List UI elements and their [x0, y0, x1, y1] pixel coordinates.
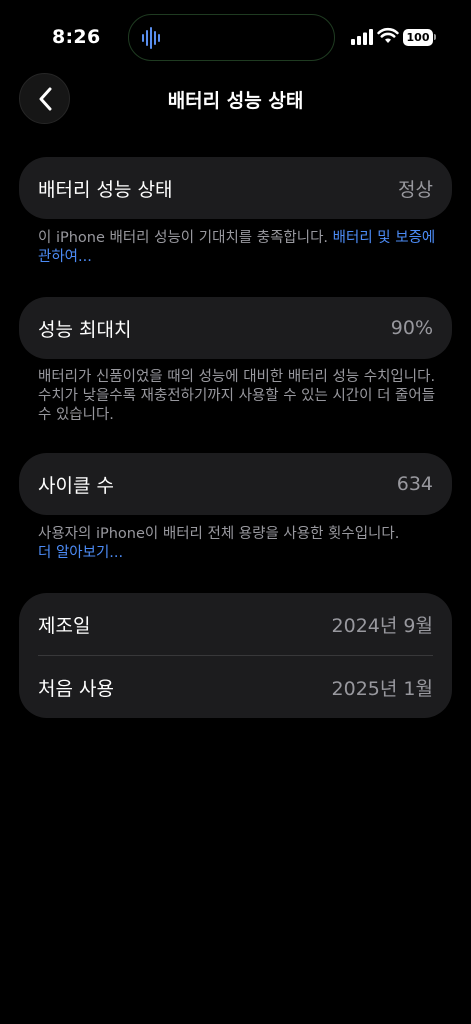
cycle-count-label: 사이클 수 — [38, 474, 114, 497]
wifi-icon — [377, 27, 399, 43]
cycle-count-value: 634 — [396, 473, 433, 495]
learn-more-link[interactable]: 더 알아보기... — [38, 544, 438, 563]
battery-icon: 100 — [403, 29, 433, 46]
battery-health-card: 배터리 성능 상태 정상 — [19, 157, 452, 219]
cycle-count-footnote: 사용자의 iPhone이 배터리 전체 용량을 사용한 횟수입니다. 더 알아보… — [38, 525, 438, 563]
dates-card: 제조일 2024년 9월 처음 사용 2025년 1월 — [19, 593, 452, 718]
status-bar: 8:26 100 — [0, 0, 471, 76]
max-capacity-footnote: 배터리가 신품이었을 때의 성능에 대비한 배터리 성능 수치입니다. 수치가 … — [38, 369, 436, 423]
battery-health-row: 배터리 성능 상태 정상 — [19, 157, 452, 219]
cycle-count-row: 사이클 수 634 — [19, 453, 452, 515]
max-capacity-value: 90% — [390, 317, 433, 339]
voice-waveform-icon — [142, 27, 160, 49]
battery-tip — [434, 34, 436, 40]
battery-health-footnote-text: 이 iPhone 배터리 성능이 기대치를 충족합니다. — [38, 230, 333, 246]
dynamic-island[interactable] — [128, 14, 335, 61]
manufactured-value: 2024년 9월 — [331, 614, 433, 637]
screen: 8:26 100 배터리 성능 상태 배터리 성능 상태 정상 이 iPhone… — [0, 0, 471, 1024]
cellular-signal-icon — [351, 29, 373, 45]
cycle-count-card: 사이클 수 634 — [19, 453, 452, 515]
max-capacity-row: 성능 최대치 90% — [19, 297, 452, 359]
max-capacity-card: 성능 최대치 90% — [19, 297, 452, 359]
battery-health-footnote: 이 iPhone 배터리 성능이 기대치를 충족합니다. 배터리 및 보증에 관… — [38, 229, 438, 267]
battery-health-value: 정상 — [398, 178, 433, 201]
page-title: 배터리 성능 상태 — [167, 90, 304, 112]
first-use-label: 처음 사용 — [38, 677, 114, 700]
manufactured-label: 제조일 — [38, 614, 91, 637]
manufactured-row: 제조일 2024년 9월 — [19, 593, 452, 655]
cycle-count-footnote-text: 사용자의 iPhone이 배터리 전체 용량을 사용한 횟수입니다. — [38, 526, 400, 542]
battery-health-label: 배터리 성능 상태 — [38, 178, 173, 201]
first-use-value: 2025년 1월 — [331, 677, 433, 700]
first-use-row: 처음 사용 2025년 1월 — [19, 656, 452, 718]
max-capacity-label: 성능 최대치 — [38, 318, 132, 341]
status-time: 8:26 — [52, 26, 101, 48]
